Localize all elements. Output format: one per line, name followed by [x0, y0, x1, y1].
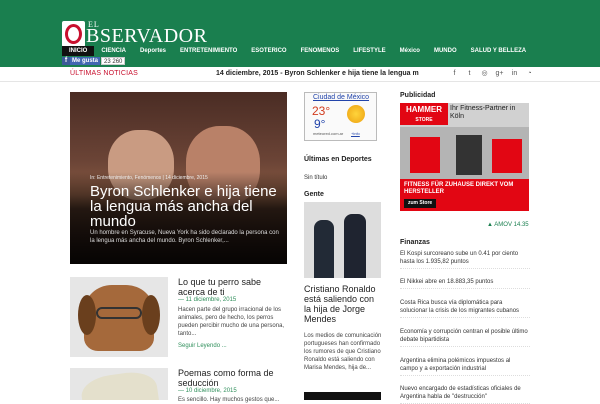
- weather-temp-low: 9°: [314, 117, 326, 131]
- stock-ticker: ▲ AMOV 14.35: [487, 222, 529, 228]
- ad-slogan: Ihr Fitness-Partner in Köln: [450, 105, 516, 120]
- article-item: Poemas como forma de seducción — 10 dici…: [70, 368, 287, 403]
- hero-title[interactable]: Byron Schlenker e hija tiene la lengua m…: [90, 184, 280, 229]
- logo-wordmark[interactable]: BSERVADOR: [86, 26, 207, 46]
- hero-excerpt: Un hombre en Syracuse, Nueva York ha sid…: [90, 230, 279, 244]
- finanzas-title: Finanzas: [400, 239, 430, 246]
- nav-fenomenos[interactable]: FENOMENOS: [294, 46, 347, 56]
- article-excerpt: Es sencillo. Hay muchos gestos que...: [178, 397, 280, 403]
- nav-esoterico[interactable]: ESOTERICO: [244, 46, 293, 56]
- article-date: — 10 diciembre, 2015: [178, 388, 237, 394]
- social-links: f t ◎ g+ in ◔: [447, 69, 537, 79]
- weather-temp-high: 23°: [312, 104, 331, 118]
- deportes-section-title: Últimas en Deportes: [304, 156, 372, 163]
- nav-mundo[interactable]: MUNDO: [427, 46, 464, 56]
- google-plus-icon[interactable]: g+: [492, 69, 507, 79]
- deportes-empty: Sin título: [304, 175, 328, 181]
- ticker-label: ÚLTIMAS NOTICIAS: [70, 70, 139, 77]
- finanzas-item[interactable]: Economía y corrupción centran el posible…: [400, 328, 530, 347]
- ad-cta[interactable]: FITNESS FÜR ZUHAUSE DIREKT VOM HERSTELLE…: [400, 179, 529, 211]
- main-nav: INICIO CIENCIA Deportes ENTRETENIMIENTO …: [62, 46, 533, 56]
- nav-salud-belleza[interactable]: SALUD Y BELLEZA: [464, 46, 533, 56]
- weather-city[interactable]: Ciudad de México: [313, 94, 369, 101]
- read-more-link[interactable]: Seguir Leyendo ...: [178, 343, 227, 349]
- finanzas-item[interactable]: Argentina elimina polémicos impuestos al…: [400, 357, 530, 376]
- weather-source[interactable]: meteored.com.ar: [313, 131, 343, 136]
- linkedin-icon[interactable]: in: [507, 69, 522, 79]
- news-ticker: ÚLTIMAS NOTICIAS 14 diciembre, 2015 - By…: [0, 67, 600, 82]
- gente-article-excerpt: Los medios de comunicación portugueses h…: [304, 333, 382, 371]
- gente-section-title: Gente: [304, 191, 324, 198]
- next-article-thumbnail[interactable]: [304, 392, 381, 400]
- nav-mexico[interactable]: México: [393, 46, 427, 56]
- site-header: EL BSERVADOR INICIO CIENCIA Deportes ENT…: [0, 0, 600, 67]
- facebook-icon: f: [62, 56, 70, 65]
- article-thumbnail[interactable]: [70, 277, 168, 357]
- twitter-icon[interactable]: t: [462, 69, 477, 79]
- gente-article-title[interactable]: Cristiano Ronaldo está saliendo con la h…: [304, 284, 382, 324]
- rss-icon[interactable]: ◔: [522, 69, 537, 79]
- sun-icon: [347, 105, 365, 123]
- hero-meta: In: Entretenimiento, Fenómenos | 14 dici…: [90, 175, 208, 181]
- ticker-headline[interactable]: 14 diciembre, 2015 - Byron Schlenker e h…: [216, 70, 419, 77]
- nav-lifestyle[interactable]: LIFESTYLE: [346, 46, 392, 56]
- facebook-like[interactable]: f Me gusta 23 260: [62, 56, 126, 65]
- nav-entretenimiento[interactable]: ENTRETENIMIENTO: [173, 46, 244, 56]
- finanzas-item[interactable]: El Kospi surcoreano sube un 0.41 por cie…: [400, 250, 530, 269]
- poem-image: [79, 368, 161, 400]
- finanzas-item[interactable]: El Nikkei abre en 18.883,35 puntos: [400, 278, 530, 289]
- article-item: Lo que tu perro sabe acerca de ti — 11 d…: [70, 277, 287, 357]
- like-label[interactable]: Me gusta: [70, 56, 101, 65]
- logo-o-mark[interactable]: [62, 21, 85, 47]
- dog-image: [78, 285, 160, 351]
- publicidad-title: Publicidad: [400, 92, 436, 99]
- weather-widget[interactable]: Ciudad de México 23° 9° meteored.com.ar …: [304, 92, 377, 141]
- finanzas-item[interactable]: Costa Rica busca vía diplomática para so…: [400, 299, 530, 318]
- gente-image[interactable]: [304, 202, 381, 278]
- instagram-icon[interactable]: ◎: [477, 69, 492, 79]
- ad-store-button[interactable]: zum Store: [404, 199, 437, 208]
- weather-info-link[interactable]: +info: [351, 131, 360, 136]
- article-thumbnail[interactable]: [70, 368, 168, 400]
- finanzas-item[interactable]: Nuevo encargado de estadísticas oficiale…: [400, 385, 530, 404]
- ad-image: [400, 127, 529, 179]
- like-count: 23 260: [101, 56, 126, 65]
- facebook-icon[interactable]: f: [447, 69, 462, 79]
- ad-brand: HAMMER STORE: [400, 103, 448, 125]
- hero-article[interactable]: In: Entretenimiento, Fenómenos | 14 dici…: [70, 92, 287, 264]
- nav-deportes[interactable]: Deportes: [133, 46, 173, 56]
- nav-ciencia[interactable]: CIENCIA: [94, 46, 133, 56]
- ad-banner[interactable]: HAMMER STORE Ihr Fitness-Partner in Köln…: [400, 103, 529, 211]
- article-title[interactable]: Poemas como forma de seducción: [178, 368, 287, 388]
- article-excerpt: Hacen parte del grupo irracional de los …: [178, 307, 285, 337]
- article-title[interactable]: Lo que tu perro sabe acerca de ti: [178, 277, 287, 297]
- nav-inicio[interactable]: INICIO: [62, 46, 95, 56]
- article-date: — 11 diciembre, 2015: [178, 297, 237, 303]
